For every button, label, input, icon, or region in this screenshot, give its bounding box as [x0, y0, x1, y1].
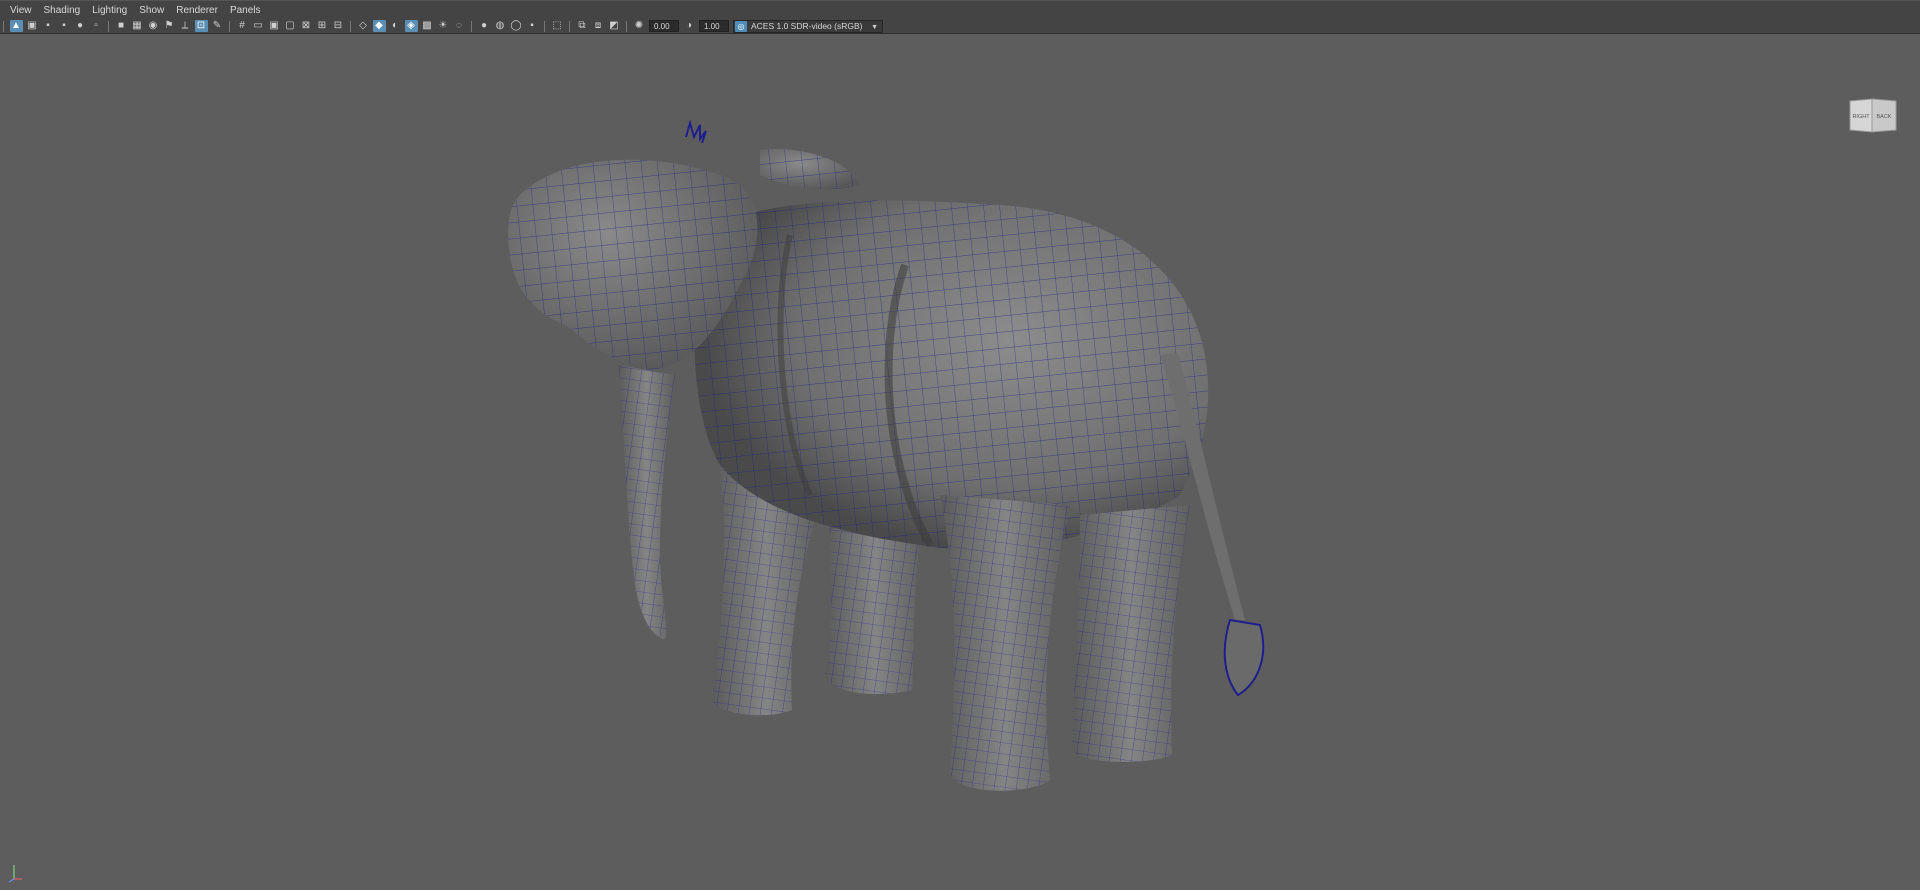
smooth-shade-icon[interactable]: ◆ [372, 20, 386, 32]
menu-panels[interactable]: Panels [224, 1, 267, 20]
axis-gizmo [6, 861, 26, 890]
3d-viewport[interactable]: RIGHT BACK [0, 35, 1920, 883]
menu-shading[interactable]: Shading [38, 1, 87, 20]
color-space-label: ACES 1.0 SDR-video (sRGB) [751, 20, 863, 31]
exposure-field[interactable]: 0.00 [649, 20, 679, 32]
menu-view[interactable]: View [4, 1, 38, 20]
isolate-select-icon[interactable]: ⬚ [551, 20, 564, 32]
menu-show[interactable]: Show [133, 1, 170, 20]
menu-renderer[interactable]: Renderer [170, 1, 224, 20]
field-chart-icon[interactable]: ⊠ [300, 20, 313, 32]
select-tool-icon[interactable]: ⊡ [194, 20, 208, 32]
wireframe-icon[interactable]: ◇ [357, 20, 370, 32]
grid-lock-icon[interactable]: ● [74, 20, 87, 32]
toolbar-separator [569, 20, 570, 32]
front-right-leg [940, 495, 1070, 791]
default-material-icon[interactable]: ◐ [389, 20, 402, 32]
back-right-leg [1072, 505, 1190, 762]
gamma-field[interactable]: 1.00 [699, 20, 729, 32]
view-cube[interactable]: RIGHT BACK [1848, 96, 1898, 136]
image-plane-icon[interactable]: ▪ [58, 20, 71, 32]
toolbar-separator [626, 20, 627, 32]
ambient-occlusion-icon[interactable]: ● [478, 20, 491, 32]
lights-icon[interactable]: ☀ [437, 20, 450, 32]
color-space-dropdown[interactable]: ◎ ACES 1.0 SDR-video (sRGB) ▼ [733, 19, 883, 33]
toolbar-separator [229, 20, 230, 32]
bookmark-icon[interactable]: ▪ [42, 20, 55, 32]
menu-lighting[interactable]: Lighting [86, 1, 133, 20]
camera-attributes-icon[interactable]: ▣ [26, 20, 39, 32]
xray-icon[interactable]: ⧉ [576, 20, 589, 32]
shadows-icon[interactable]: ◌ [453, 20, 466, 32]
panel-menubar: View Shading Lighting Show Renderer Pane… [0, 0, 1920, 19]
xray-active-icon[interactable]: ◩ [608, 20, 621, 32]
view-cube-back-label: BACK [1877, 114, 1892, 120]
toolbar-separator [350, 20, 351, 32]
gate-mask-icon[interactable]: ▢ [284, 20, 297, 32]
safe-action-icon[interactable]: ⊞ [316, 20, 329, 32]
chevron-down-icon: ▼ [871, 23, 878, 31]
toolbar-separator [544, 20, 545, 32]
snap-icon[interactable]: ⟂ [179, 20, 192, 32]
safe-title-icon[interactable]: ⊟ [332, 20, 345, 32]
pen-icon[interactable]: ✎ [211, 20, 224, 32]
elephant-mesh [508, 119, 1265, 791]
toolbar-separator [471, 20, 472, 32]
select-camera-icon[interactable]: ▲ [9, 20, 23, 32]
depth-of-field-icon[interactable]: ▪ [526, 20, 539, 32]
textured-icon[interactable]: ▩ [421, 20, 434, 32]
anti-aliasing-icon[interactable]: ◯ [510, 20, 523, 32]
far-ear [760, 149, 860, 190]
gamma-icon[interactable]: ◑ [683, 20, 696, 32]
exposure-icon[interactable]: ✺ [633, 20, 646, 32]
view-cube-right-label: RIGHT [1852, 114, 1870, 120]
resolution-gate-icon[interactable]: ▣ [268, 20, 281, 32]
z-axis-icon [8, 878, 15, 883]
trunk [618, 365, 675, 640]
panel-toolbar: ▲ ▣ ▪ ▪ ● ▫ ■ ▦ ◉ ⚑ ⟂ ⊡ ✎ # ▭ ▣ ▢ ⊠ ⊞ ⊟ … [0, 19, 1920, 34]
film-gate-icon[interactable]: ▫ [90, 20, 103, 32]
toolbar-separator [3, 20, 4, 32]
flag-icon[interactable]: ⚑ [163, 20, 176, 32]
camera-icon[interactable]: ■ [115, 20, 128, 32]
toolbar-separator [108, 20, 109, 32]
camera-sequence-icon[interactable]: ▦ [131, 20, 144, 32]
xray-joints-icon[interactable]: ⧈ [592, 20, 605, 32]
motion-blur-icon[interactable]: ◍ [494, 20, 507, 32]
tumble-icon[interactable]: ◉ [147, 20, 160, 32]
grid-icon[interactable]: # [236, 20, 249, 32]
view-cube-shape: RIGHT BACK [1849, 98, 1897, 133]
color-management-icon[interactable]: ◎ [735, 20, 747, 32]
wireframe-on-shaded-icon[interactable]: ◈ [404, 20, 418, 32]
film-gate-toggle-icon[interactable]: ▭ [252, 20, 265, 32]
